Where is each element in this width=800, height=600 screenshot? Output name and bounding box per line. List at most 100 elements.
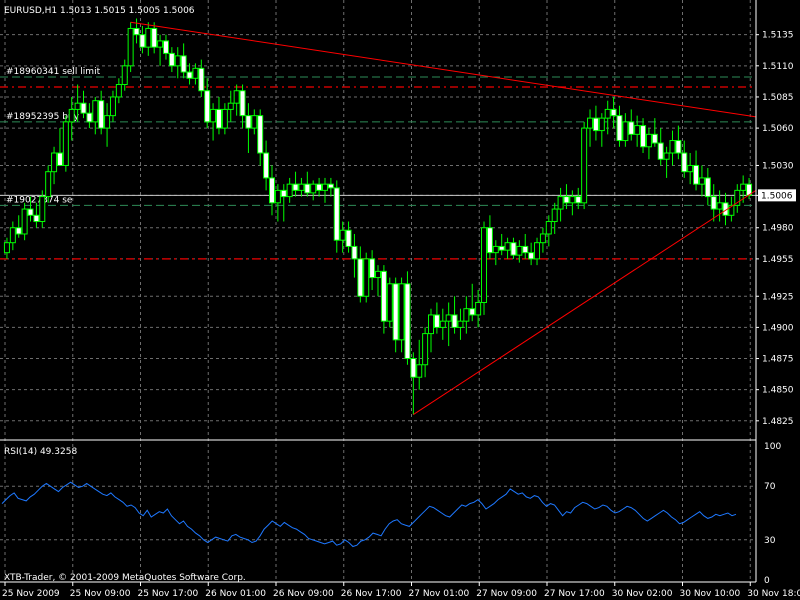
rsi-tick-label: 30 (764, 536, 776, 546)
bull-candle-body (551, 208, 558, 223)
bull-candle-body (92, 100, 99, 123)
price-tick-label: 1.4875 (762, 355, 794, 365)
bull-candle-body (598, 117, 605, 132)
bear-candle-body (693, 164, 700, 185)
current-price-label: 1.5006 (761, 191, 793, 201)
bull-candle-body (192, 67, 199, 79)
rsi-label: RSI(14) 49.3258 (4, 447, 77, 457)
bull-candle-body (157, 40, 164, 48)
symbol-info: EURUSD,H1 1.5013 1.5015 1.5005 1.5006 (4, 6, 195, 16)
bull-candle-body (645, 133, 652, 148)
bear-candle-body (369, 258, 376, 279)
bull-candle-body (375, 270, 381, 279)
bull-candle-body (539, 233, 546, 244)
bear-candle-body (392, 283, 399, 341)
candle[interactable] (127, 22, 134, 73)
bear-candle-body (245, 115, 252, 129)
bull-candle-body (363, 258, 370, 297)
bull-candle-body (115, 84, 122, 98)
bull-candle-body (557, 196, 564, 210)
bull-candle-body (481, 227, 488, 303)
bear-candle-body (704, 177, 711, 198)
bear-candle-body (168, 52, 175, 67)
bear-candle-body (151, 27, 158, 48)
bear-candle-body (657, 142, 664, 160)
bull-candle-body (516, 245, 523, 256)
bull-candle-body (104, 115, 111, 129)
bear-candle-body (640, 125, 647, 148)
bull-candle-body (439, 320, 446, 328)
bear-candle-body (410, 358, 417, 378)
price-tick-label: 1.4955 (762, 255, 794, 265)
bear-candle-body (15, 227, 22, 235)
bull-candle-body (504, 242, 511, 251)
bull-candle-body (386, 283, 393, 322)
bear-candle-body (56, 152, 63, 166)
bull-candle-body (210, 108, 217, 123)
bear-candle-body (563, 196, 570, 204)
candle[interactable] (481, 221, 488, 315)
bear-candle-body (357, 258, 364, 297)
bull-candle-body (3, 242, 10, 254)
bull-candle-body (445, 314, 452, 322)
bear-candle-body (610, 108, 617, 117)
rsi-tick-label: 70 (764, 482, 776, 492)
bull-candle-body (233, 90, 240, 104)
bull-candle-body (740, 183, 747, 191)
candle[interactable] (404, 271, 411, 365)
bull-candle-body (145, 27, 152, 48)
bear-candle-body (404, 283, 411, 360)
bull-candle-body (669, 140, 676, 154)
bull-candle-body (9, 227, 16, 244)
bull-candle-body (21, 208, 28, 235)
order-label: #18960341 sell limit (6, 67, 101, 77)
bear-candle-body (510, 242, 517, 256)
bear-candle-body (351, 245, 358, 260)
bull-candle-body (310, 183, 317, 194)
bear-candle-body (710, 196, 717, 210)
bull-candle-body (68, 108, 75, 123)
candle[interactable] (62, 115, 69, 172)
time-tick-label: 30 Nov 02:00 (612, 589, 673, 599)
bull-candle-body (622, 121, 629, 142)
bull-candle-body (428, 314, 435, 335)
time-tick-label: 25 Nov 17:00 (138, 589, 199, 599)
bull-candle-body (422, 333, 429, 366)
bear-candle-body (180, 55, 187, 73)
bear-candle-body (257, 115, 264, 154)
bull-candle-body (109, 96, 116, 117)
bull-candle-body (51, 152, 58, 173)
candle[interactable] (386, 277, 393, 328)
time-tick-label: 27 Nov 17:00 (544, 589, 605, 599)
bull-candle-body (687, 164, 694, 173)
time-tick-label: 26 Nov 09:00 (273, 589, 334, 599)
time-tick-label: 27 Nov 01:00 (409, 589, 470, 599)
bear-candle-body (33, 214, 40, 223)
bull-candle-body (634, 125, 641, 135)
bull-candle-body (534, 242, 541, 260)
bear-candle-body (327, 183, 334, 189)
bull-candle-body (74, 102, 81, 110)
chart-window[interactable]: #18960341 sell limit#18952395 buy#190273… (0, 0, 800, 600)
bear-candle-body (186, 71, 193, 79)
bear-candle-body (522, 245, 529, 254)
bear-candle-body (498, 245, 505, 251)
bear-candle-body (451, 314, 458, 328)
bear-candle-body (316, 183, 323, 191)
bear-candle-body (98, 100, 105, 129)
bull-candle-body (581, 127, 588, 204)
bear-candle-body (139, 34, 146, 48)
bear-candle-body (27, 208, 34, 216)
bull-candle-body (298, 183, 305, 191)
bear-candle-body (433, 314, 440, 328)
bear-candle-body (528, 252, 535, 260)
candle[interactable] (363, 252, 370, 303)
bear-candle-body (575, 196, 582, 204)
bull-candle-body (127, 27, 134, 67)
bull-candle-body (587, 117, 594, 129)
candle[interactable] (581, 121, 588, 210)
bull-candle-body (492, 245, 499, 254)
bear-candle-body (239, 90, 246, 117)
bull-candle-body (251, 115, 258, 129)
bull-candle-body (274, 189, 281, 204)
